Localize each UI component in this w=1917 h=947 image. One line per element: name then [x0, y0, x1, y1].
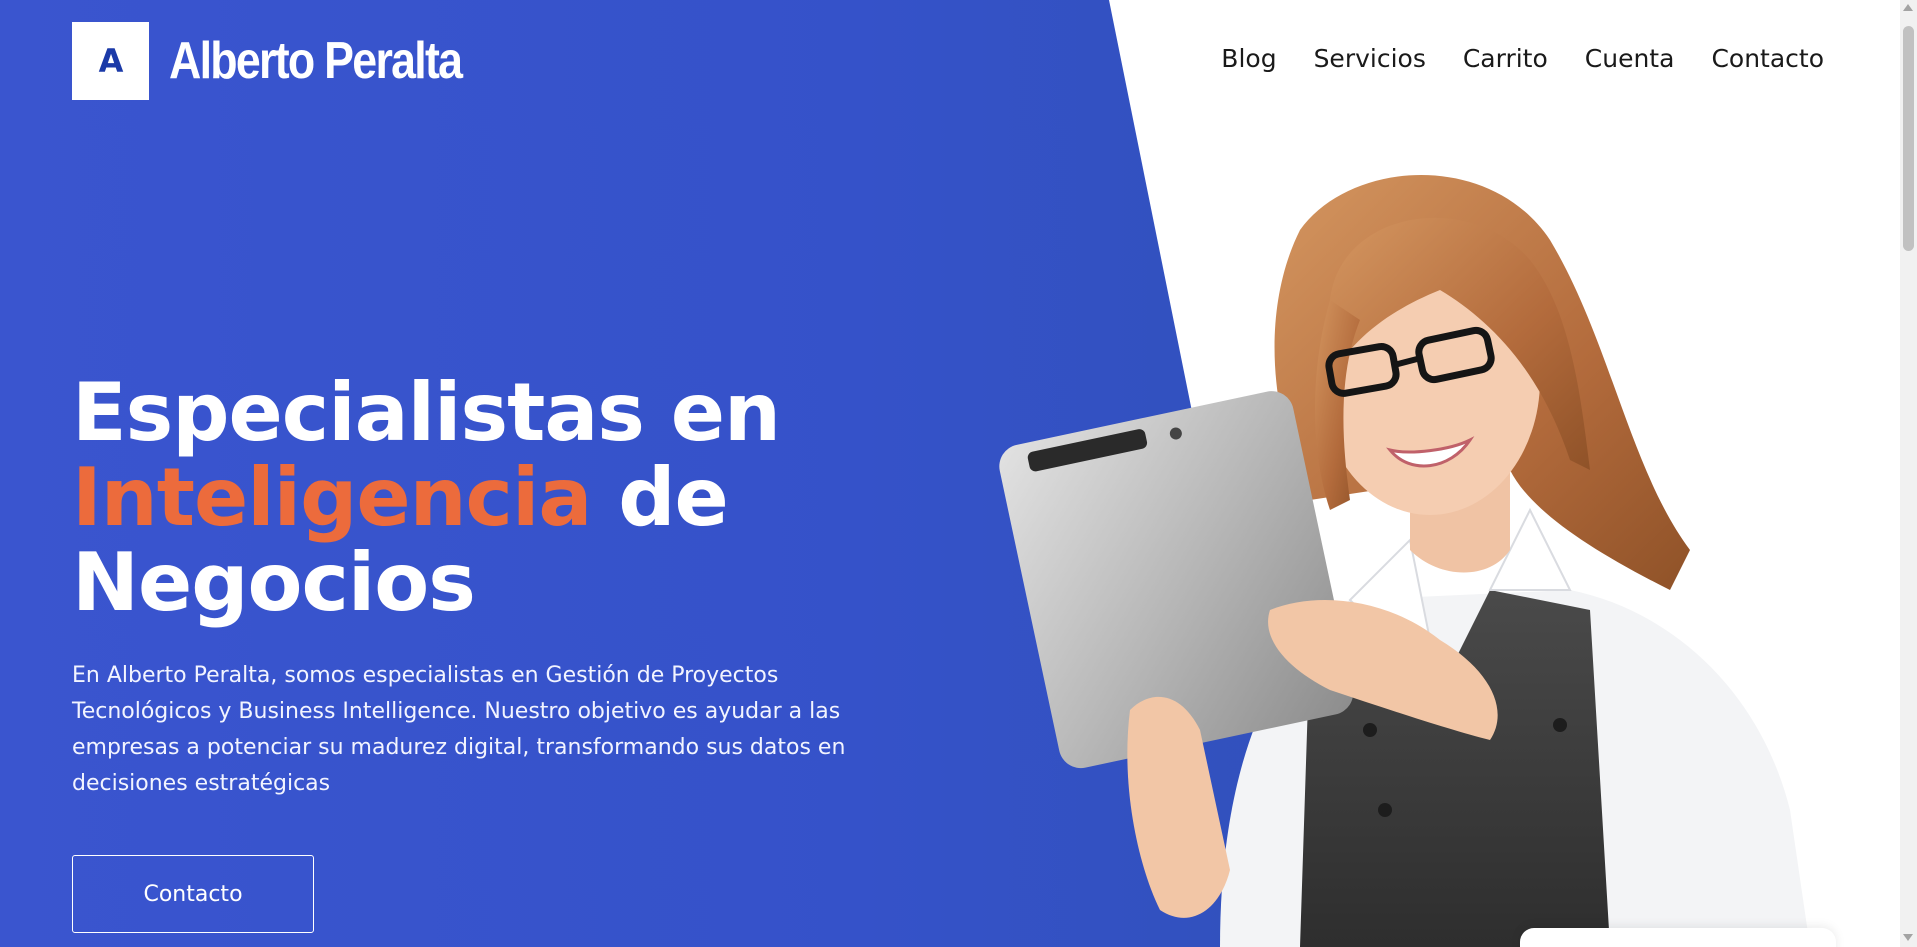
page: A Alberto Peralta Blog Servicios Carrito…	[0, 0, 1917, 947]
nav-item-contacto[interactable]: Contacto	[1711, 44, 1824, 73]
headline-accent: Inteligencia	[72, 451, 592, 544]
site-logo[interactable]: A Alberto Peralta	[72, 22, 509, 100]
hero-description: En Alberto Peralta, somos especialistas …	[72, 663, 846, 796]
page-scrollbar[interactable]	[1900, 0, 1917, 947]
floating-card	[1520, 928, 1836, 947]
scroll-down-icon[interactable]	[1903, 934, 1913, 941]
brand-name: Alberto Peralta	[169, 32, 463, 90]
woman-with-tablet-photo	[999, 175, 1810, 947]
logo-mark-box: A	[72, 22, 149, 100]
contact-button[interactable]: Contacto	[72, 855, 314, 933]
nav-item-servicios[interactable]: Servicios	[1314, 44, 1426, 73]
headline-part3: Negocios	[72, 536, 476, 629]
main-nav: Blog Servicios Carrito Cuenta Contacto	[1221, 44, 1824, 73]
logo-mark: A	[98, 42, 124, 80]
scroll-up-icon[interactable]	[1903, 4, 1913, 11]
scroll-thumb[interactable]	[1903, 26, 1914, 251]
hero-headline: Especialistas en Inteligencia de Negocio…	[72, 370, 781, 625]
headline-part2: de	[618, 451, 729, 544]
nav-item-blog[interactable]: Blog	[1221, 44, 1276, 73]
nav-item-carrito[interactable]: Carrito	[1463, 44, 1548, 73]
nav-item-cuenta[interactable]: Cuenta	[1585, 44, 1675, 73]
headline-part1: Especialistas en	[72, 366, 781, 459]
